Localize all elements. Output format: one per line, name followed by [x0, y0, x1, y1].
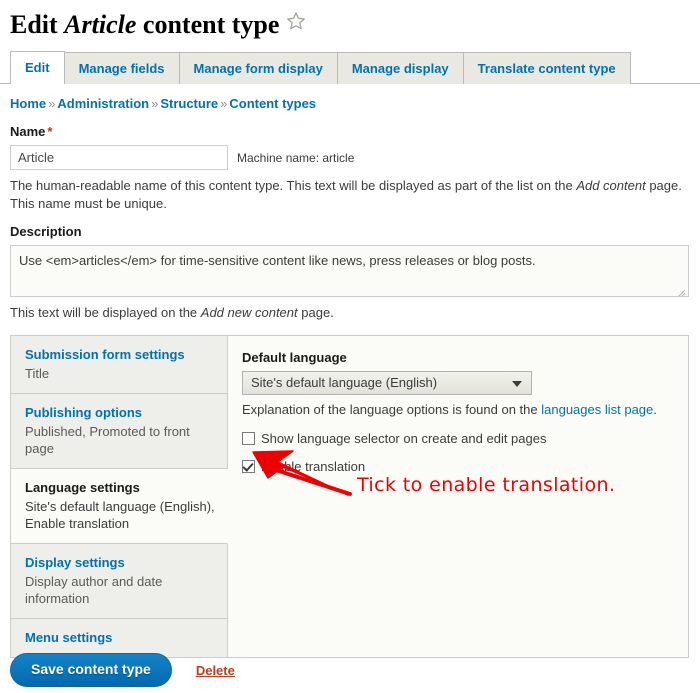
vertical-tab-title: Publishing options — [25, 405, 142, 420]
star-outline-icon[interactable] — [286, 6, 306, 40]
description-help-text: This text will be displayed on the Add n… — [10, 304, 690, 322]
name-help-part1: The human-readable name of this content … — [10, 178, 577, 193]
resize-grip-icon[interactable] — [677, 285, 686, 296]
vertical-tab-summary: Display author and date information — [25, 574, 163, 606]
show-language-selector-row[interactable]: Show language selector on create and edi… — [242, 430, 672, 447]
machine-name-label: Machine name: article — [237, 150, 355, 165]
description-value: Use <em>articles</em> for time-sensitive… — [19, 253, 536, 268]
vertical-tab-title: Submission form settings — [25, 347, 185, 362]
tab-manage-fields[interactable]: Manage fields — [63, 52, 180, 84]
default-language-select[interactable]: Site's default language (English) — [242, 371, 532, 395]
page-title-prefix: Edit — [10, 10, 65, 39]
default-language-label: Default language — [242, 350, 347, 365]
required-marker: * — [47, 124, 53, 139]
enable-translation-label: Enable translation — [261, 459, 366, 474]
vertical-tab-title: Menu settings — [25, 630, 113, 645]
show-language-selector-checkbox[interactable] — [242, 432, 255, 445]
breadcrumb-separator: » — [220, 96, 228, 111]
breadcrumb-separator: » — [151, 96, 159, 111]
name-input[interactable] — [10, 145, 228, 170]
language-help-suffix: . — [653, 402, 657, 417]
primary-tabs: Edit Manage fields Manage form display Mana… — [0, 51, 700, 84]
breadcrumb-item-home[interactable]: Home — [10, 96, 46, 111]
vertical-tabs-menu: Submission form settings Title Publishing … — [11, 336, 228, 657]
vertical-tabs-panel: Submission form settings Title Publishing … — [10, 335, 689, 658]
name-label-text: Name — [10, 124, 46, 139]
description-help-part1: This text will be displayed on the — [10, 305, 201, 320]
description-help-part2: page. — [297, 305, 334, 320]
tab-manage-display[interactable]: Manage display — [336, 52, 464, 84]
vertical-tab-summary: Title — [25, 366, 50, 381]
vertical-tab-display-settings[interactable]: Display settings Display author and date … — [11, 544, 227, 619]
vertical-tab-language-settings[interactable]: Language settings Site's default language… — [11, 469, 228, 544]
name-field-row: Machine name: article — [10, 145, 690, 170]
languages-list-page-link[interactable]: languages list page — [541, 402, 653, 417]
enable-translation-checkbox[interactable] — [242, 460, 255, 473]
vertical-tab-title: Language settings — [25, 480, 140, 495]
page-title-suffix: content type — [136, 10, 280, 39]
language-help-prefix: Explanation of the language options is f… — [242, 402, 542, 417]
breadcrumb-separator: » — [48, 96, 56, 111]
description-field-label: Description — [10, 224, 82, 239]
vertical-tab-submission-form-settings[interactable]: Submission form settings Title — [11, 336, 227, 394]
breadcrumb: Home» Administration» Structure» Content ty… — [0, 84, 700, 113]
name-field-label: Name * — [10, 124, 690, 140]
tab-edit[interactable]: Edit — [10, 51, 65, 84]
delete-link[interactable]: Delete — [196, 663, 235, 678]
description-help-emphasis: Add new content — [200, 305, 298, 320]
name-help-text: The human-readable name of this content … — [10, 177, 690, 213]
vertical-tab-title: Display settings — [25, 555, 125, 570]
save-content-type-button[interactable]: Save content type — [10, 653, 172, 687]
language-settings-pane: Default language Site's default language… — [228, 336, 688, 657]
description-textarea[interactable]: Use <em>articles</em> for time-sensitive… — [10, 245, 689, 297]
vertical-tab-summary: Site's default language (English), Enabl… — [25, 499, 215, 531]
enable-translation-row[interactable]: Enable translation — [242, 458, 672, 475]
default-language-value: Site's default language (English) — [251, 375, 438, 390]
content-type-form: Name* Machine name: article The human-re… — [0, 124, 700, 322]
breadcrumb-item-administration[interactable]: Administration — [57, 96, 149, 111]
breadcrumb-item-content-types[interactable]: Content types — [229, 96, 316, 111]
tab-translate-content-type[interactable]: Translate content type — [462, 52, 631, 84]
page-title: Edit Article content type — [0, 0, 700, 42]
page-title-emphasis: Article — [64, 10, 137, 39]
language-pane-help: Explanation of the language options is f… — [242, 401, 672, 419]
vertical-tab-summary: Published, Promoted to front page — [25, 424, 190, 456]
show-language-selector-label: Show language selector on create and edi… — [261, 431, 547, 446]
form-actions: Save content type Delete — [10, 653, 235, 687]
vertical-tab-publishing-options[interactable]: Publishing options Published, Promoted to… — [11, 394, 227, 469]
chevron-down-icon — [512, 381, 522, 387]
breadcrumb-item-structure[interactable]: Structure — [160, 96, 218, 111]
tab-manage-form-display[interactable]: Manage form display — [178, 52, 338, 84]
name-help-emphasis: Add content — [576, 178, 646, 193]
